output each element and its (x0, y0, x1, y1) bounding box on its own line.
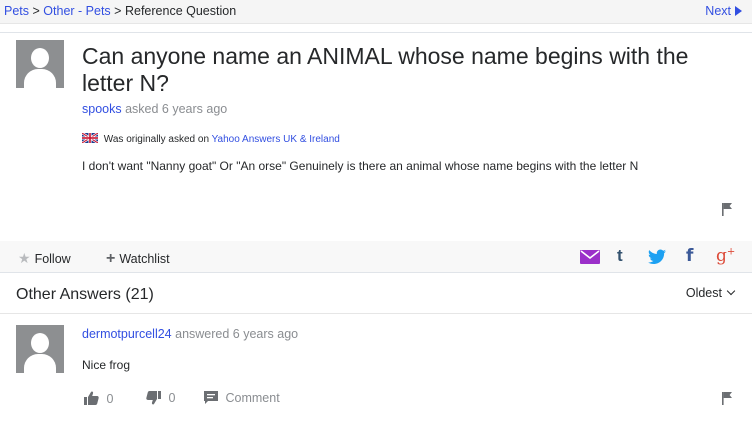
next-arrow-icon (735, 6, 742, 16)
top-bar: Pets > Other - Pets > Reference Question… (0, 0, 752, 24)
other-answers-heading: Other Answers (21) (16, 286, 154, 303)
sort-dropdown[interactable]: Oldest (685, 286, 736, 300)
breadcrumb-current: Reference Question (124, 4, 237, 18)
follow-button[interactable]: ★ Follow (18, 250, 71, 267)
question-card: Can anyone name an ANIMAL whose name beg… (0, 32, 752, 272)
watchlist-label: Watchlist (119, 252, 170, 266)
comment-button[interactable]: Comment (204, 391, 280, 405)
breadcrumb-other-pets[interactable]: Other - Pets (43, 4, 110, 18)
asker-name-link[interactable]: spooks (82, 102, 122, 116)
mail-icon[interactable] (580, 250, 600, 264)
downvote-count: 0 (168, 391, 176, 405)
avatar-body-shape (24, 354, 56, 373)
breadcrumb-separator: > (114, 4, 122, 18)
thumbs-up-icon (84, 391, 99, 405)
answered-time: answered 6 years ago (175, 327, 299, 341)
follow-label: Follow (34, 252, 71, 266)
star-icon: ★ (18, 250, 31, 266)
google-plus-icon[interactable]: g+ (716, 246, 735, 266)
question-meta: spooks asked 6 years ago (82, 102, 227, 116)
answerer-name-link[interactable]: dermotpurcell24 (82, 327, 172, 341)
thumbs-down-icon (146, 391, 161, 405)
avatar-head-shape (31, 48, 49, 68)
sort-label: Oldest (685, 286, 722, 300)
answer-body: Nice frog (82, 358, 131, 372)
answerer-avatar[interactable] (16, 325, 64, 373)
facebook-icon[interactable]: f (686, 246, 693, 266)
report-flag-icon[interactable] (721, 391, 733, 405)
plus-icon: + (106, 250, 116, 267)
origin-note: Was originally asked on Yahoo Answers UK… (82, 133, 340, 145)
question-action-bar: ★ Follow + Watchlist t f g+ (0, 241, 752, 273)
asker-avatar[interactable] (16, 40, 64, 88)
breadcrumb-separator: > (32, 4, 40, 18)
tumblr-icon[interactable]: t (617, 246, 623, 266)
answers-divider (0, 313, 752, 314)
chevron-down-icon (726, 286, 736, 296)
question-title: Can anyone name an ANIMAL whose name beg… (82, 43, 689, 96)
twitter-icon[interactable] (648, 249, 666, 265)
next-label: Next (705, 4, 731, 18)
avatar-head-shape (31, 333, 49, 353)
breadcrumb-pets[interactable]: Pets (4, 4, 29, 18)
comment-icon (204, 391, 218, 404)
answer-meta: dermotpurcell24 answered 6 years ago (82, 327, 298, 341)
watchlist-button[interactable]: + Watchlist (106, 250, 170, 268)
thumbs-down-button[interactable]: 0 (146, 391, 175, 405)
report-flag-icon[interactable] (721, 202, 733, 216)
upvote-count: 0 (106, 392, 114, 406)
avatar-body-shape (24, 69, 56, 88)
comment-label: Comment (225, 391, 280, 405)
thumbs-up-button[interactable]: 0 (84, 391, 113, 406)
breadcrumb: Pets > Other - Pets > Reference Question (4, 4, 236, 18)
origin-site-link[interactable]: Yahoo Answers UK & Ireland (212, 134, 340, 145)
origin-prefix: Was originally asked on (103, 134, 210, 145)
next-button[interactable]: Next (705, 4, 742, 18)
question-body: I don't want "Nanny goat" Or "An orse" G… (82, 159, 639, 173)
uk-flag-icon (82, 133, 98, 143)
asked-time: asked 6 years ago (125, 102, 228, 116)
